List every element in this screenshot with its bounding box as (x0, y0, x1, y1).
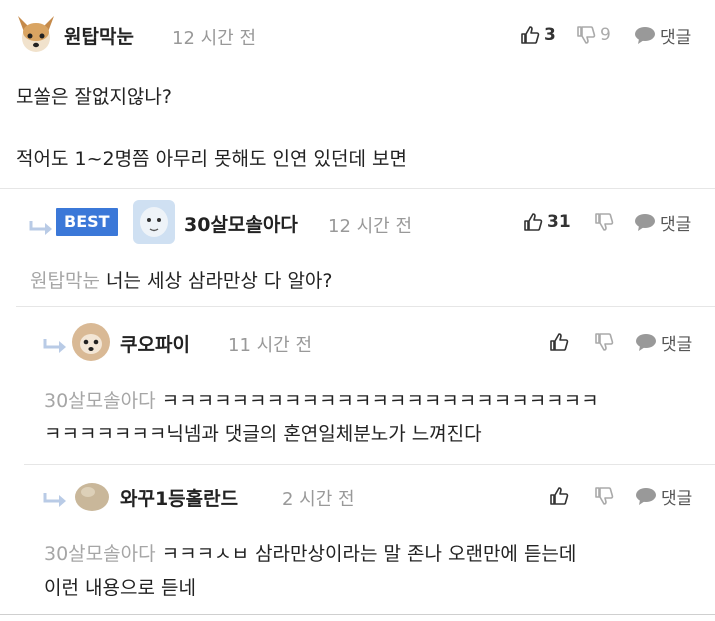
like-count: 3 (544, 25, 556, 45)
reply-button[interactable]: 댓글 (635, 483, 692, 509)
mention-nickname[interactable]: 30살모솔아다 (44, 390, 156, 412)
dislike-button[interactable] (594, 209, 614, 235)
puppy-face-icon (72, 323, 110, 361)
reply-arrow-icon (43, 493, 66, 507)
comment-body-line: 이런 내용으로 듣네 (44, 577, 196, 599)
like-button[interactable]: 31 (523, 209, 571, 235)
divider (0, 614, 715, 615)
thumbs-up-icon (550, 487, 569, 505)
author-nickname[interactable]: 30살모솔아다 (184, 210, 298, 237)
comment-actions: 댓글 (549, 483, 715, 509)
comment-body-line: 30살모솔아다 ㅋㅋㅋㅋㅋㅋㅋㅋㅋㅋㅋㅋㅋㅋㅋㅋㅋㅋㅋㅋㅋㅋㅋㅋㅋ (44, 386, 599, 417)
avatar-image-icon (133, 200, 175, 244)
best-badge: BEST (56, 208, 118, 236)
comment-body-text: ㅋㅋㅋㅋㅋㅋㅋㅋㅋㅋㅋㅋㅋㅋㅋㅋㅋㅋㅋㅋㅋㅋㅋㅋㅋ (161, 390, 599, 412)
mention-nickname[interactable]: 30살모솔아다 (44, 543, 156, 565)
avatar[interactable] (74, 480, 110, 512)
dislike-button[interactable] (594, 483, 614, 509)
comment-item: 와꾸1등홀란드 2 시간 전 댓글 30살모솔아다 ㅋㅋㅋㅅㅂ 삼라만상이라는 … (0, 464, 715, 614)
reply-arrow-icon (43, 339, 66, 353)
reply-label: 댓글 (660, 27, 692, 48)
comment-time: 11 시간 전 (228, 335, 313, 356)
thumbs-down-icon (595, 213, 614, 231)
comment-body-line: ㅋㅋㅋㅋㅋㅋㅋ닉넴과 댓글의 혼연일체분노가 느껴진다 (44, 423, 482, 445)
mention-nickname[interactable]: 원탑막눈 (30, 270, 100, 292)
like-button[interactable] (549, 483, 569, 509)
dislike-button[interactable]: 9 (576, 22, 611, 48)
thumbs-up-icon (550, 333, 569, 351)
comment-body-line: 모쏠은 잘없지않나? (16, 86, 172, 108)
reply-label: 댓글 (661, 334, 693, 355)
speech-bubble-icon (635, 214, 655, 231)
reply-button[interactable]: 댓글 (634, 209, 691, 235)
comment-actions: 댓글 (549, 329, 715, 355)
thumbs-down-icon (595, 333, 614, 351)
avatar[interactable] (133, 200, 175, 244)
comment-actions: 3 9 댓글 (520, 22, 710, 48)
reply-label: 댓글 (660, 214, 692, 235)
speech-bubble-icon (636, 334, 656, 351)
comment-item: 원탑막눈 12 시간 전 3 9 댓글 모쏠은 잘없지않나? 적어도 1~2명쯤… (0, 0, 715, 188)
thumbs-down-icon (595, 487, 614, 505)
blob-avatar-icon (75, 483, 109, 511)
comment-body-text: ㅋㅋㅋㅅㅂ 삼라만상이라는 말 존나 오랜만에 듣는데 (161, 543, 577, 565)
thumbs-up-icon (521, 26, 540, 44)
dislike-button[interactable] (594, 329, 614, 355)
comment-item: 쿠오파이 11 시간 전 댓글 30살모솔아다 ㅋㅋㅋㅋㅋㅋㅋㅋㅋㅋㅋㅋㅋㅋㅋㅋ… (0, 306, 715, 464)
speech-bubble-icon (636, 488, 656, 505)
reply-arrow-icon (29, 221, 52, 235)
like-count: 31 (547, 212, 571, 232)
comment-body-text: 너는 세상 삼라만상 다 알아? (105, 270, 333, 292)
reply-label: 댓글 (661, 488, 693, 509)
thumbs-down-icon (577, 26, 596, 44)
like-button[interactable]: 3 (520, 22, 556, 48)
comment-body-line: 30살모솔아다 ㅋㅋㅋㅅㅂ 삼라만상이라는 말 존나 오랜만에 듣는데 (44, 539, 576, 570)
comment-time: 12 시간 전 (172, 28, 257, 49)
author-nickname[interactable]: 와꾸1등홀란드 (120, 484, 238, 511)
comment-time: 12 시간 전 (328, 216, 413, 237)
dog-face-icon (18, 16, 54, 52)
author-nickname[interactable]: 쿠오파이 (120, 330, 190, 357)
comment-actions: 31 댓글 (523, 209, 713, 235)
reply-button[interactable]: 댓글 (635, 329, 692, 355)
author-nickname[interactable]: 원탑막눈 (64, 22, 134, 49)
avatar[interactable] (72, 323, 110, 361)
comment-item: BEST 30살모솔아다 12 시간 전 31 댓글 원탑막눈 너는 세상 삼라… (0, 188, 715, 306)
dislike-count: 9 (600, 25, 611, 45)
comment-time: 2 시간 전 (282, 489, 355, 510)
speech-bubble-icon (635, 27, 655, 44)
comment-body-line: 원탑막눈 너는 세상 삼라만상 다 알아? (30, 266, 333, 297)
thumbs-up-icon (524, 213, 543, 231)
reply-button[interactable]: 댓글 (634, 22, 691, 48)
comment-body-line: 적어도 1~2명쯤 아무리 못해도 인연 있던데 보면 (16, 148, 407, 170)
like-button[interactable] (549, 329, 569, 355)
avatar-dog[interactable] (16, 14, 56, 54)
